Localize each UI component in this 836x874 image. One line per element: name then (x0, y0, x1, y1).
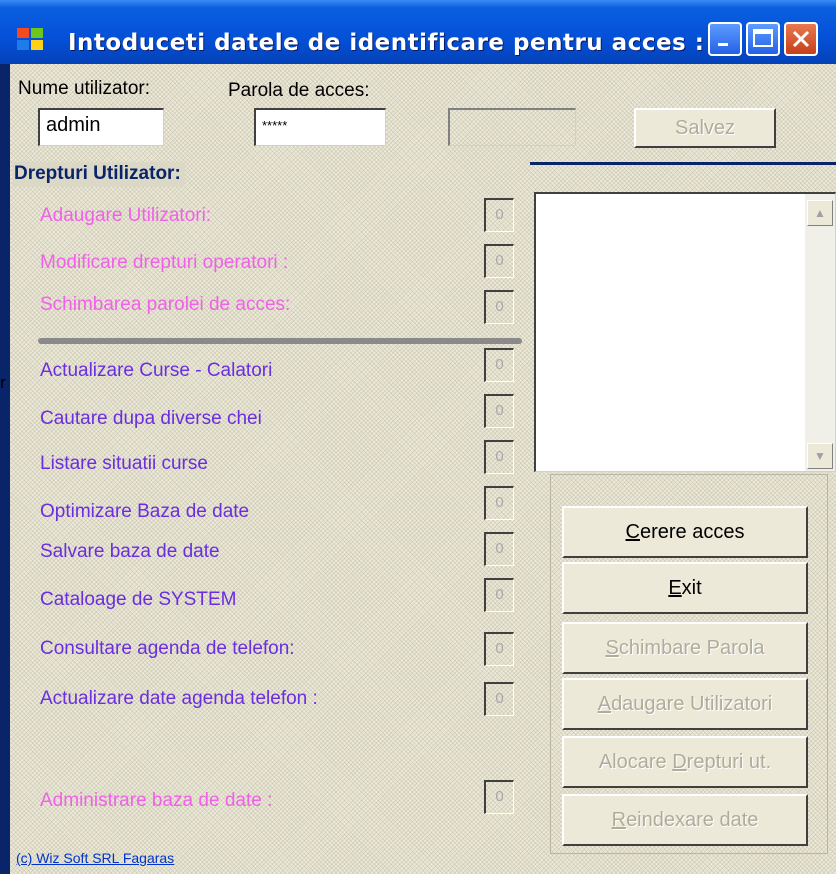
scroll-up-icon: ▲ (814, 206, 826, 220)
users-list-scrollbar[interactable]: ▲ ▼ (805, 194, 835, 471)
maximize-button[interactable] (746, 22, 780, 56)
perm-value-update-phonebook[interactable]: 0 (484, 682, 514, 716)
perm-label-db-admin: Administrare baza de date : (40, 790, 273, 811)
status-field (448, 108, 576, 146)
perm-label-modify-rights: Modificare drepturi operatori : (40, 252, 289, 273)
perm-label-update-trips: Actualizare Curse - Calatori (40, 360, 273, 381)
rights-section-title: Drepturi Utilizator: (12, 162, 185, 187)
perm-value-optimize-db[interactable]: 0 (484, 486, 514, 520)
perm-label-change-password: Schimbarea parolei de acces: (40, 294, 291, 315)
perm-value-system-catalogs[interactable]: 0 (484, 578, 514, 612)
users-listbox[interactable]: ▲ ▼ (534, 192, 836, 472)
perm-label-add-users: Adaugare Utilizatori: (40, 205, 212, 226)
perm-label-view-phonebook: Consultare agenda de telefon: (40, 638, 295, 659)
save-button[interactable]: Salvez (634, 108, 776, 148)
window-title: Intoduceti datele de identificare pentru… (68, 30, 705, 56)
password-label: Parola de acces: (228, 80, 370, 101)
password-field[interactable]: ***** (254, 108, 386, 146)
clipped-text-fragment: r (0, 373, 6, 392)
minimize-icon (718, 43, 728, 46)
request-access-button[interactable]: Cerere acces (562, 506, 808, 558)
section-divider (530, 162, 836, 165)
reindex-button[interactable]: Reindexare date (562, 794, 808, 846)
perm-value-change-password[interactable]: 0 (484, 290, 514, 324)
scroll-down-icon: ▼ (814, 449, 826, 463)
perm-label-system-catalogs: Cataloage de SYSTEM (40, 589, 237, 610)
change-password-button[interactable]: Schimbare Parola (562, 622, 808, 674)
allocate-rights-button[interactable]: Alocare Drepturi ut. (562, 736, 808, 788)
perm-label-search: Cautare dupa diverse chei (40, 408, 262, 429)
copyright-link[interactable]: (c) Wiz Soft SRL Fagaras (16, 850, 174, 866)
username-label: Nume utilizator: (18, 78, 150, 99)
add-users-button[interactable]: Adaugare Utilizatori (562, 678, 808, 730)
perm-value-modify-rights[interactable]: 0 (484, 244, 514, 278)
scroll-down-button[interactable]: ▼ (807, 443, 833, 469)
close-icon (792, 30, 810, 48)
rights-separator (38, 338, 522, 344)
maximize-icon (753, 29, 773, 47)
scroll-up-button[interactable]: ▲ (807, 200, 833, 226)
windows-flag-icon (17, 28, 43, 50)
dialog-body: Nume utilizator: Parola de acces: admin … (10, 64, 836, 874)
minimize-button[interactable] (708, 22, 742, 56)
perm-value-db-admin[interactable]: 0 (484, 780, 514, 814)
perm-value-add-users[interactable]: 0 (484, 198, 514, 232)
username-field[interactable]: admin (38, 108, 164, 146)
perm-label-backup-db: Salvare baza de date (40, 541, 220, 562)
close-button[interactable] (784, 22, 818, 56)
title-bar[interactable]: Intoduceti datele de identificare pentru… (0, 0, 836, 64)
perm-label-optimize-db: Optimizare Baza de date (40, 501, 250, 522)
perm-label-list-reports: Listare situatii curse (40, 453, 208, 474)
perm-value-search[interactable]: 0 (484, 394, 514, 428)
perm-value-backup-db[interactable]: 0 (484, 532, 514, 566)
exit-button[interactable]: Exit (562, 562, 808, 614)
perm-value-update-trips[interactable]: 0 (484, 348, 514, 382)
perm-label-update-phonebook: Actualizare date agenda telefon : (40, 688, 318, 709)
perm-value-view-phonebook[interactable]: 0 (484, 632, 514, 666)
login-window: Intoduceti datele de identificare pentru… (0, 0, 836, 874)
perm-value-list-reports[interactable]: 0 (484, 440, 514, 474)
